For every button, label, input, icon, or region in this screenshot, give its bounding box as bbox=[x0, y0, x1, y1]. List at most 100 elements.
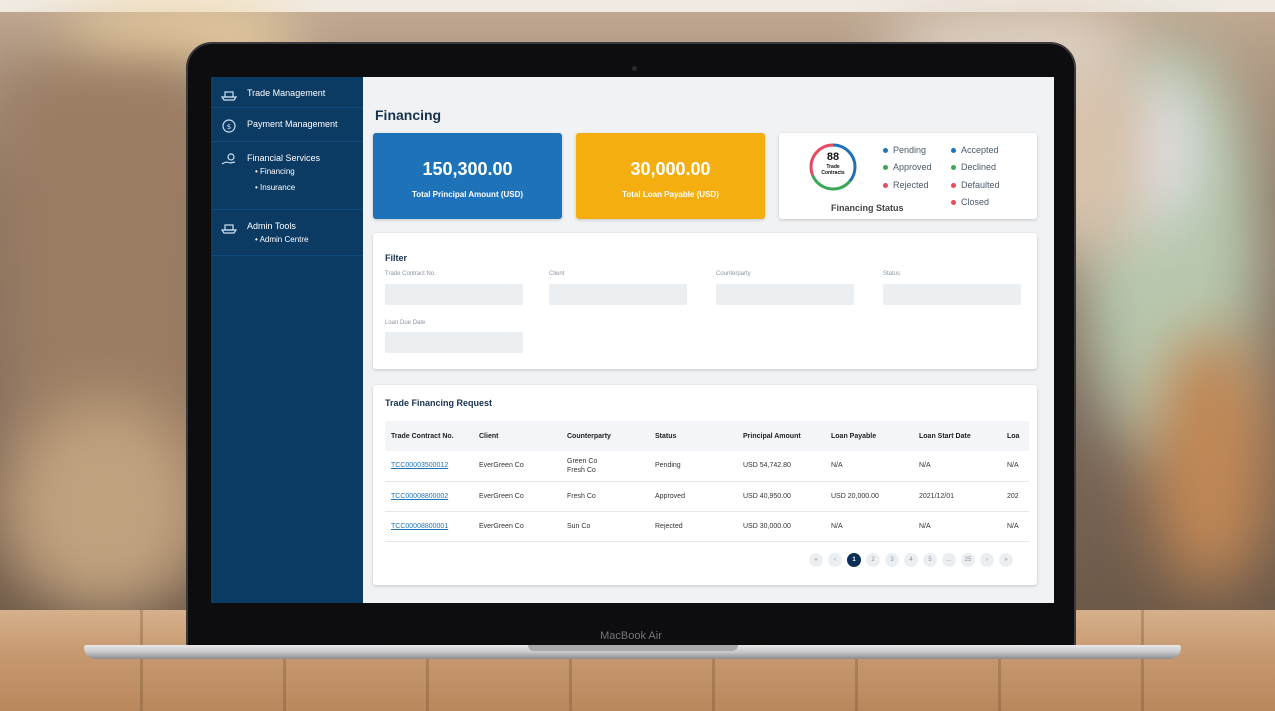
trade-contract-no-input[interactable] bbox=[385, 284, 523, 305]
financing-status-card: 88 Trade Contracts Financing Status Pend… bbox=[779, 133, 1037, 219]
sidebar-item-label: Admin Tools bbox=[247, 221, 296, 231]
counterparty-input[interactable] bbox=[716, 284, 854, 305]
table-cell: N/A bbox=[1001, 451, 1029, 482]
sidebar-item-label: Trade Management bbox=[247, 88, 326, 98]
table-cell: 202 bbox=[1001, 481, 1029, 512]
column-header[interactable]: Client bbox=[473, 421, 561, 451]
camera-icon bbox=[632, 66, 637, 71]
loan-due-date-input[interactable] bbox=[385, 332, 523, 353]
column-header[interactable]: Loan Payable bbox=[825, 421, 913, 451]
table-cell: N/A bbox=[1001, 511, 1029, 542]
label-status: Status bbox=[883, 271, 901, 277]
pagination: « ‹ 1 2 3 4 5 ... 25 › » bbox=[809, 553, 1018, 567]
legend-accepted: Accepted bbox=[951, 145, 999, 155]
ship-icon bbox=[221, 88, 237, 102]
pagination-page-5[interactable]: 5 bbox=[923, 553, 937, 567]
column-header[interactable]: Loa bbox=[1001, 421, 1029, 451]
table-cell: USD 20,000.00 bbox=[825, 481, 913, 512]
sidebar-item-label: Financial Services bbox=[247, 153, 321, 163]
pagination-page-2[interactable]: 2 bbox=[866, 553, 880, 567]
table-cell: EverGreen Co bbox=[473, 511, 561, 542]
table-cell: Sun Co bbox=[561, 511, 649, 542]
sidebar-subitem-financing[interactable]: • Financing bbox=[247, 164, 320, 180]
kpi-total-principal: 150,300.00 Total Principal Amount (USD) bbox=[373, 133, 562, 219]
table-cell: EverGreen Co bbox=[473, 481, 561, 512]
filter-title: Filter bbox=[385, 253, 408, 263]
status-input[interactable] bbox=[883, 284, 1021, 305]
pagination-ellipsis: ... bbox=[942, 553, 956, 567]
table-cell: Pending bbox=[649, 451, 737, 482]
column-header[interactable]: Principal Amount bbox=[737, 421, 825, 451]
kpi-label: Total Loan Payable (USD) bbox=[622, 190, 719, 199]
table-cell: USD 40,950.00 bbox=[737, 481, 825, 512]
pagination-page-25[interactable]: 25 bbox=[961, 553, 975, 567]
hand-coin-icon bbox=[221, 153, 237, 167]
sidebar-item-label: Payment Management bbox=[247, 119, 338, 129]
app-screen: Trade Management $ Payment Management Fi… bbox=[211, 77, 1054, 603]
pagination-first-button[interactable]: « bbox=[809, 553, 823, 567]
column-header[interactable]: Status bbox=[649, 421, 737, 451]
column-header[interactable]: Trade Contract No. bbox=[385, 421, 473, 451]
kpi-total-loan-payable: 30,000.00 Total Loan Payable (USD) bbox=[576, 133, 765, 219]
kpi-value: 150,300.00 bbox=[422, 159, 513, 179]
legend-declined: Declined bbox=[951, 162, 996, 172]
table-cell: Green Co Fresh Co bbox=[561, 451, 649, 482]
legend-approved: Approved bbox=[883, 162, 932, 172]
requests-table: Trade Contract No. Client Counterparty S… bbox=[385, 421, 1029, 542]
table-cell: 2021/12/01 bbox=[913, 481, 1001, 512]
kpi-label: Total Principal Amount (USD) bbox=[411, 190, 524, 199]
trade-financing-request-panel: Trade Financing Request Trade Contract N… bbox=[373, 385, 1037, 585]
table-row[interactable]: TCC00003500012 EverGreen Co Green Co Fre… bbox=[385, 451, 1029, 482]
ship-icon bbox=[221, 221, 237, 235]
pagination-next-button[interactable]: › bbox=[980, 553, 994, 567]
table-cell: USD 30,000.00 bbox=[737, 511, 825, 542]
table-cell: N/A bbox=[913, 451, 1001, 482]
contract-link[interactable]: TCC00008800002 bbox=[391, 493, 448, 500]
label-counterparty: Counterparty bbox=[716, 271, 751, 277]
client-input[interactable] bbox=[549, 284, 687, 305]
pagination-page-4[interactable]: 4 bbox=[904, 553, 918, 567]
table-cell: EverGreen Co bbox=[473, 451, 561, 482]
label-loan-due-date: Loan Due Date bbox=[385, 320, 426, 326]
table-row[interactable]: TCC00008800002 EverGreen Co Fresh Co App… bbox=[385, 481, 1029, 512]
table-cell: N/A bbox=[825, 511, 913, 542]
legend-rejected: Rejected bbox=[883, 180, 929, 190]
table-cell: USD 54,742.80 bbox=[737, 451, 825, 482]
table-cell: N/A bbox=[825, 451, 913, 482]
filter-panel: Filter Trade Contract No. Client Counter… bbox=[373, 233, 1037, 369]
sidebar: Trade Management $ Payment Management Fi… bbox=[211, 77, 363, 603]
table-cell: Rejected bbox=[649, 511, 737, 542]
column-header[interactable]: Counterparty bbox=[561, 421, 649, 451]
status-title: Financing Status bbox=[831, 203, 904, 213]
table-cell: Fresh Co bbox=[561, 481, 649, 512]
label-trade-contract-no: Trade Contract No. bbox=[385, 271, 436, 277]
requests-title: Trade Financing Request bbox=[385, 398, 493, 408]
column-header[interactable]: Loan Start Date bbox=[913, 421, 1001, 451]
status-caption: Trade Contracts bbox=[821, 164, 845, 176]
pagination-page-3[interactable]: 3 bbox=[885, 553, 899, 567]
sidebar-item-trade-management[interactable]: Trade Management bbox=[211, 77, 363, 108]
pagination-last-button[interactable]: » bbox=[999, 553, 1013, 567]
sidebar-subitem-admin-centre[interactable]: • Admin Centre bbox=[247, 232, 309, 248]
sidebar-item-payment-management[interactable]: $ Payment Management bbox=[211, 108, 363, 142]
sidebar-item-financial-services[interactable]: Financial Services • Financing • Insuran… bbox=[211, 142, 363, 210]
contract-link[interactable]: TCC00003500012 bbox=[391, 462, 448, 469]
laptop-notch bbox=[528, 645, 738, 651]
kpi-value: 30,000.00 bbox=[630, 159, 711, 179]
table-header-row: Trade Contract No. Client Counterparty S… bbox=[385, 421, 1029, 451]
page-title: Financing bbox=[375, 107, 442, 123]
legend-pending: Pending bbox=[883, 145, 926, 155]
contract-link[interactable]: TCC00008800001 bbox=[391, 523, 448, 530]
sidebar-subitem-insurance[interactable]: • Insurance bbox=[247, 180, 320, 196]
main-content: Financing 150,300.00 Total Principal Amo… bbox=[363, 77, 1054, 603]
legend-closed: Closed bbox=[951, 197, 989, 207]
pagination-prev-button[interactable]: ‹ bbox=[828, 553, 842, 567]
svg-text:$: $ bbox=[227, 123, 231, 131]
sidebar-item-admin-tools[interactable]: Admin Tools • Admin Centre bbox=[211, 210, 363, 256]
table-cell: N/A bbox=[913, 511, 1001, 542]
table-cell: Approved bbox=[649, 481, 737, 512]
status-total: 88 bbox=[826, 151, 840, 163]
pagination-page-1[interactable]: 1 bbox=[847, 553, 861, 567]
table-row[interactable]: TCC00008800001 EverGreen Co Sun Co Rejec… bbox=[385, 511, 1029, 542]
legend-defaulted: Defaulted bbox=[951, 180, 1000, 190]
